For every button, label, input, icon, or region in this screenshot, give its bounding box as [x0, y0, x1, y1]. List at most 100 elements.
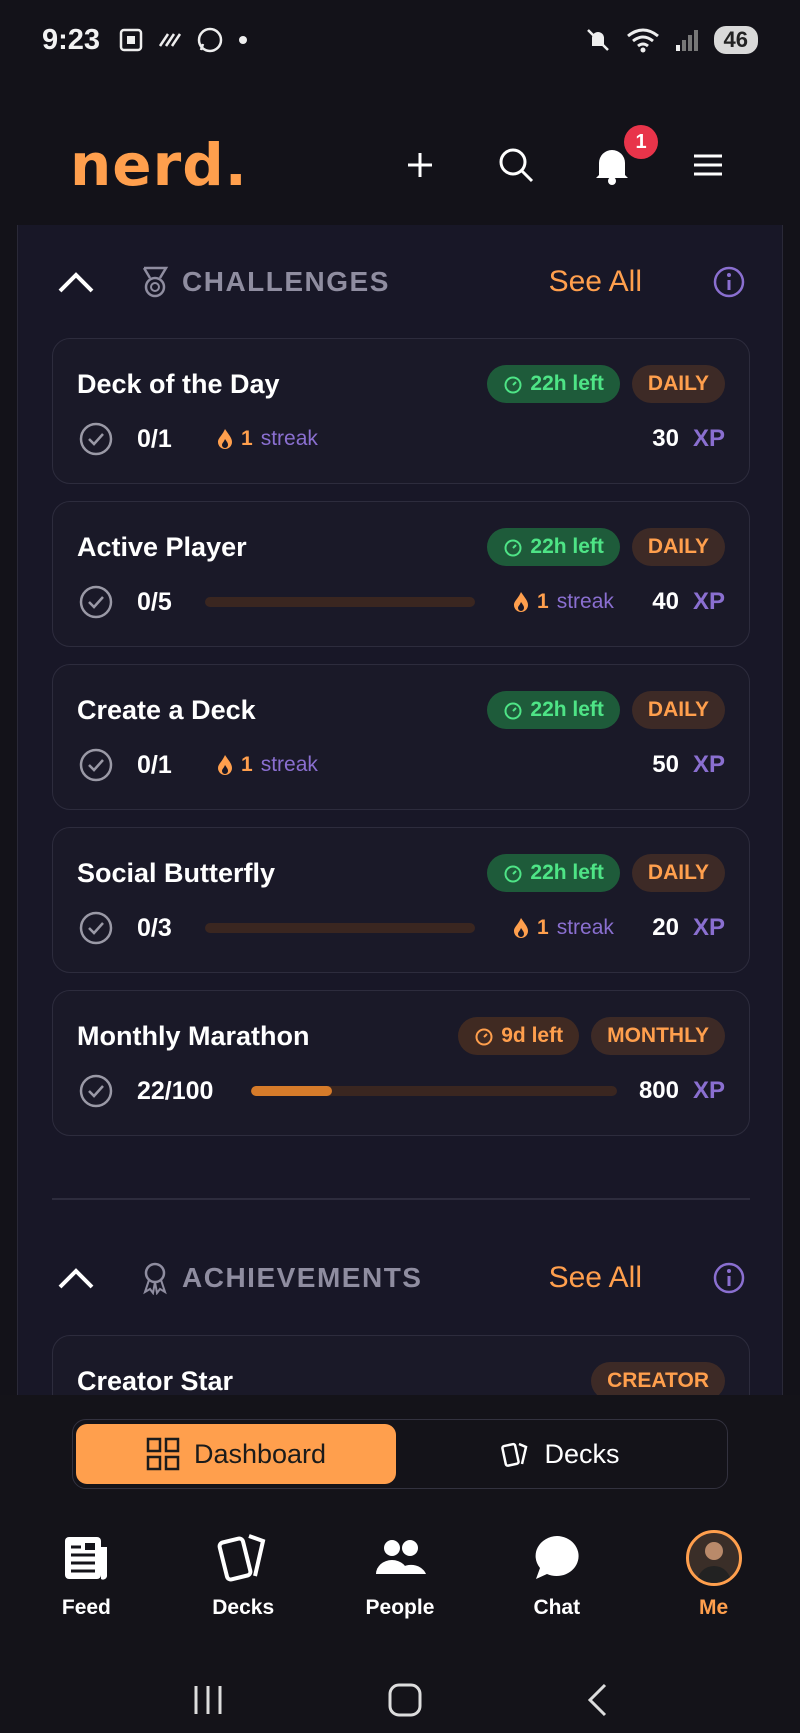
cell-signal-icon: [675, 30, 698, 51]
signal-stripes-icon: [159, 33, 182, 47]
grid-icon: [146, 1437, 180, 1471]
challenges-header: CHALLENGES See All: [18, 247, 782, 317]
chat-bubble-icon: [535, 1536, 579, 1579]
home-icon[interactable]: [387, 1682, 423, 1718]
medal-icon: [142, 266, 169, 298]
challenge-title: Deck of the Day: [77, 369, 280, 399]
back-icon[interactable]: [585, 1682, 609, 1718]
app-header: nerd. 1: [0, 120, 800, 210]
progress-fill: [251, 1086, 332, 1096]
xp-reward: 20 XP: [652, 914, 725, 941]
cards-icon: [217, 1534, 266, 1582]
progress-bar: [205, 597, 475, 607]
achievement-title: Creator Star: [77, 1366, 234, 1395]
screenshot-icon: [119, 28, 143, 52]
achievements-title: ACHIEVEMENTS: [182, 1262, 423, 1293]
avatar: [685, 1530, 742, 1586]
view-toggle: Dashboard Decks: [72, 1419, 728, 1489]
challenges-see-all-link[interactable]: See All: [549, 265, 642, 299]
challenge-card[interactable]: Active Player 22h left DAILY 0/5 1 strea…: [52, 501, 750, 647]
challenge-card[interactable]: Deck of the Day 22h left DAILY 0/1 1 str…: [52, 338, 750, 484]
challenge-card[interactable]: Social Butterfly 22h left DAILY 0/3 1 st…: [52, 827, 750, 973]
time-left-badge: 22h left: [487, 691, 620, 729]
app-screen: 9:23 46 nerd. 1 CHALLENGES See All Deck …: [0, 0, 800, 1733]
nav-item-me[interactable]: Me: [644, 1530, 784, 1630]
nav-item-feed[interactable]: Feed: [16, 1530, 156, 1630]
bottom-nav: Feed Decks People Chat Me: [0, 1530, 800, 1630]
check-circle-icon: [79, 422, 113, 456]
achievement-card[interactable]: Creator Star CREATOR: [52, 1335, 750, 1395]
timer-icon: [475, 1028, 493, 1046]
search-button[interactable]: [494, 143, 538, 187]
wifi-icon: [626, 28, 659, 53]
period-badge: DAILY: [631, 691, 725, 729]
period-badge: DAILY: [631, 854, 725, 892]
decks-toggle-button[interactable]: Decks: [396, 1424, 724, 1484]
collapse-challenges-button[interactable]: [56, 262, 96, 302]
check-circle-icon: [79, 1074, 113, 1108]
category-badge: CREATOR: [591, 1362, 725, 1395]
challenge-progress-text: 0/5: [137, 587, 172, 616]
check-circle-icon: [79, 585, 113, 619]
period-badge: DAILY: [631, 365, 725, 403]
xp-reward: 40 XP: [652, 588, 725, 615]
progress-bar: [251, 1086, 617, 1096]
flame-icon: [514, 592, 528, 612]
chevron-up-icon: [58, 272, 94, 293]
mute-icon: [586, 29, 609, 51]
dashboard-panel: CHALLENGES See All Deck of the Day 22h l…: [17, 225, 783, 1395]
streak-indicator: 1 streak: [217, 427, 318, 451]
challenge-title: Create a Deck: [77, 695, 256, 725]
challenge-card[interactable]: Create a Deck 22h left DAILY 0/1 1 strea…: [52, 664, 750, 810]
menu-button[interactable]: [686, 143, 730, 187]
challenge-title: Monthly Marathon: [77, 1021, 310, 1051]
cards-icon: [501, 1442, 528, 1467]
newspaper-icon: [65, 1537, 108, 1580]
flame-icon: [218, 755, 232, 775]
nav-item-decks[interactable]: Decks: [173, 1530, 313, 1630]
challenge-progress-text: 0/1: [137, 424, 172, 453]
challenge-card[interactable]: Monthly Marathon 9d left MONTHLY 22/100 …: [52, 990, 750, 1136]
period-badge: DAILY: [631, 528, 725, 566]
check-circle-icon: [79, 748, 113, 782]
challenge-title: Active Player: [77, 532, 247, 562]
dashboard-toggle-button[interactable]: Dashboard: [76, 1424, 396, 1484]
whatsapp-icon: [197, 27, 223, 53]
timer-icon: [504, 865, 522, 883]
time-left-badge: 22h left: [487, 854, 620, 892]
streak-indicator: 1 streak: [513, 916, 614, 940]
recent-apps-icon[interactable]: [191, 1684, 225, 1716]
check-circle-icon: [79, 911, 113, 945]
status-time: 9:23: [42, 23, 101, 56]
add-button[interactable]: [398, 143, 442, 187]
bell-icon: [596, 150, 628, 185]
notification-badge: 1: [624, 125, 658, 159]
bottom-area: Dashboard Decks Feed Decks People Chat M…: [0, 1395, 800, 1733]
notifications-button[interactable]: 1: [590, 125, 658, 187]
time-left-badge: 22h left: [487, 528, 620, 566]
xp-reward: 30 XP: [652, 425, 725, 452]
achievements-header: ACHIEVEMENTS See All: [18, 1243, 782, 1313]
challenge-progress-text: 22/100: [137, 1076, 214, 1105]
period-badge: MONTHLY: [591, 1017, 725, 1055]
people-icon: [375, 1540, 426, 1574]
achievements-see-all-link[interactable]: See All: [549, 1261, 642, 1295]
challenge-progress-text: 0/3: [137, 913, 172, 942]
info-icon[interactable]: [712, 265, 746, 299]
collapse-achievements-button[interactable]: [56, 1258, 96, 1298]
challenge-title: Social Butterfly: [77, 858, 276, 888]
timer-icon: [504, 702, 522, 720]
nav-item-people[interactable]: People: [330, 1530, 470, 1630]
nerd-logo[interactable]: nerd.: [70, 131, 248, 199]
flame-icon: [218, 429, 232, 449]
xp-reward: 50 XP: [652, 751, 725, 778]
info-icon[interactable]: [712, 1261, 746, 1295]
battery-level: 46: [713, 26, 758, 54]
chevron-up-icon: [58, 1268, 94, 1289]
challenge-progress-text: 0/1: [137, 750, 172, 779]
system-nav-bar: [0, 1675, 800, 1725]
plus-icon: [408, 153, 432, 177]
timer-icon: [504, 539, 522, 557]
nav-item-chat[interactable]: Chat: [487, 1530, 627, 1630]
flame-icon: [514, 918, 528, 938]
